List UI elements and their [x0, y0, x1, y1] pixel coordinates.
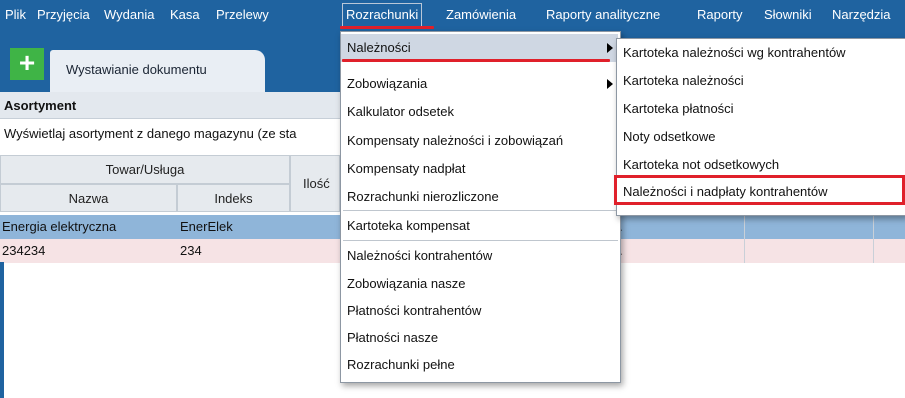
- menu-slowniki[interactable]: Słowniki: [764, 0, 812, 30]
- menu-rozrachunki[interactable]: Rozrachunki: [342, 3, 423, 27]
- rozrachunki-highlight-underline: [340, 26, 434, 29]
- ilosc-label: Ilość: [303, 176, 330, 191]
- menu-item-rozrachunki-pelne[interactable]: Rozrachunki pełne: [341, 351, 455, 379]
- menu-item-kartoteka-platnosci[interactable]: Kartoteka płatności: [617, 95, 734, 123]
- column-group-towar-usluga: Towar/Usługa: [0, 155, 290, 184]
- submenu-arrow-icon: [607, 79, 613, 89]
- cell-indeks: 234: [180, 243, 202, 258]
- menu-item-naleznosci-kontrahentow[interactable]: Należności kontrahentów: [341, 242, 492, 270]
- tab-label: Wystawianie dokumentu: [66, 62, 207, 77]
- left-edge-bar: [0, 262, 4, 398]
- rozrachunki-menu: Należności Zobowiązania Kalkulator odset…: [340, 31, 621, 383]
- menu-raporty-analityczne[interactable]: Raporty analityczne: [546, 0, 660, 30]
- add-tab-button[interactable]: +: [10, 48, 44, 80]
- menu-item-kartoteka-kompensat[interactable]: Kartoteka kompensat: [341, 212, 470, 240]
- group-header-label: Towar/Usługa: [105, 162, 185, 177]
- menu-przelewy[interactable]: Przelewy: [216, 0, 269, 30]
- menu-item-zobowiazania-nasze[interactable]: Zobowiązania nasze: [341, 270, 466, 298]
- menu-item-rozrachunki-nierozliczone[interactable]: Rozrachunki nierozliczone: [341, 183, 499, 211]
- menu-item-kalkulator-odsetek[interactable]: Kalkulator odsetek: [341, 98, 454, 126]
- tab-wystawianie-dokumentu[interactable]: Wystawianie dokumentu: [50, 50, 265, 92]
- menu-item-platnosci-nasze[interactable]: Płatności nasze: [341, 324, 438, 352]
- menu-item-zobowiazania[interactable]: Zobowiązania: [341, 70, 427, 98]
- filter-label[interactable]: Wyświetlaj asortyment z danego magazynu …: [4, 126, 340, 141]
- menu-plik[interactable]: Plik: [5, 0, 26, 30]
- menu-separator: [343, 210, 618, 211]
- submenu-arrow-icon: [607, 43, 613, 53]
- menu-item-kartoteka-naleznosci[interactable]: Kartoteka należności: [617, 67, 744, 95]
- cell-indeks: EnerElek: [180, 219, 233, 234]
- column-header-nazwa[interactable]: Nazwa: [0, 184, 177, 212]
- menu-narzedzia[interactable]: Narzędzia: [832, 0, 891, 30]
- section-title: Asortyment: [4, 98, 77, 113]
- menu-bar: Plik Przyjęcia Wydania Kasa Przelewy Roz…: [0, 0, 905, 30]
- menu-item-kartoteka-naleznosci-wg-kontrahentow[interactable]: Kartoteka należności wg kontrahentów: [617, 39, 846, 67]
- menu-kasa[interactable]: Kasa: [170, 0, 200, 30]
- cell-nazwa: Energia elektryczna: [2, 219, 117, 234]
- menu-item-platnosci-kontrahentow[interactable]: Płatności kontrahentów: [341, 297, 481, 325]
- menu-wydania[interactable]: Wydania: [104, 0, 154, 30]
- naleznosci-nadplaty-highlight-box: [614, 175, 905, 205]
- menu-separator: [343, 240, 618, 241]
- menu-item-naleznosci[interactable]: Należności: [341, 34, 618, 62]
- column-header-indeks[interactable]: Indeks: [177, 184, 290, 212]
- indeks-label: Indeks: [214, 190, 253, 206]
- cell-nazwa: 234234: [2, 243, 46, 258]
- menu-item-noty-odsetkowe[interactable]: Noty odsetkowe: [617, 123, 716, 151]
- menu-item-kompensaty-naleznosci[interactable]: Kompensaty należności i zobowiązań: [341, 127, 563, 155]
- menu-raporty[interactable]: Raporty: [697, 0, 743, 30]
- naleznosci-highlight-underline: [342, 59, 610, 62]
- column-header-ilosc[interactable]: Ilość: [290, 155, 340, 212]
- menu-przyjecia[interactable]: Przyjęcia: [37, 0, 90, 30]
- nazwa-label: Nazwa: [68, 190, 109, 206]
- menu-zamowienia[interactable]: Zamówienia: [446, 0, 516, 30]
- menu-item-kompensaty-nadplat[interactable]: Kompensaty nadpłat: [341, 155, 466, 183]
